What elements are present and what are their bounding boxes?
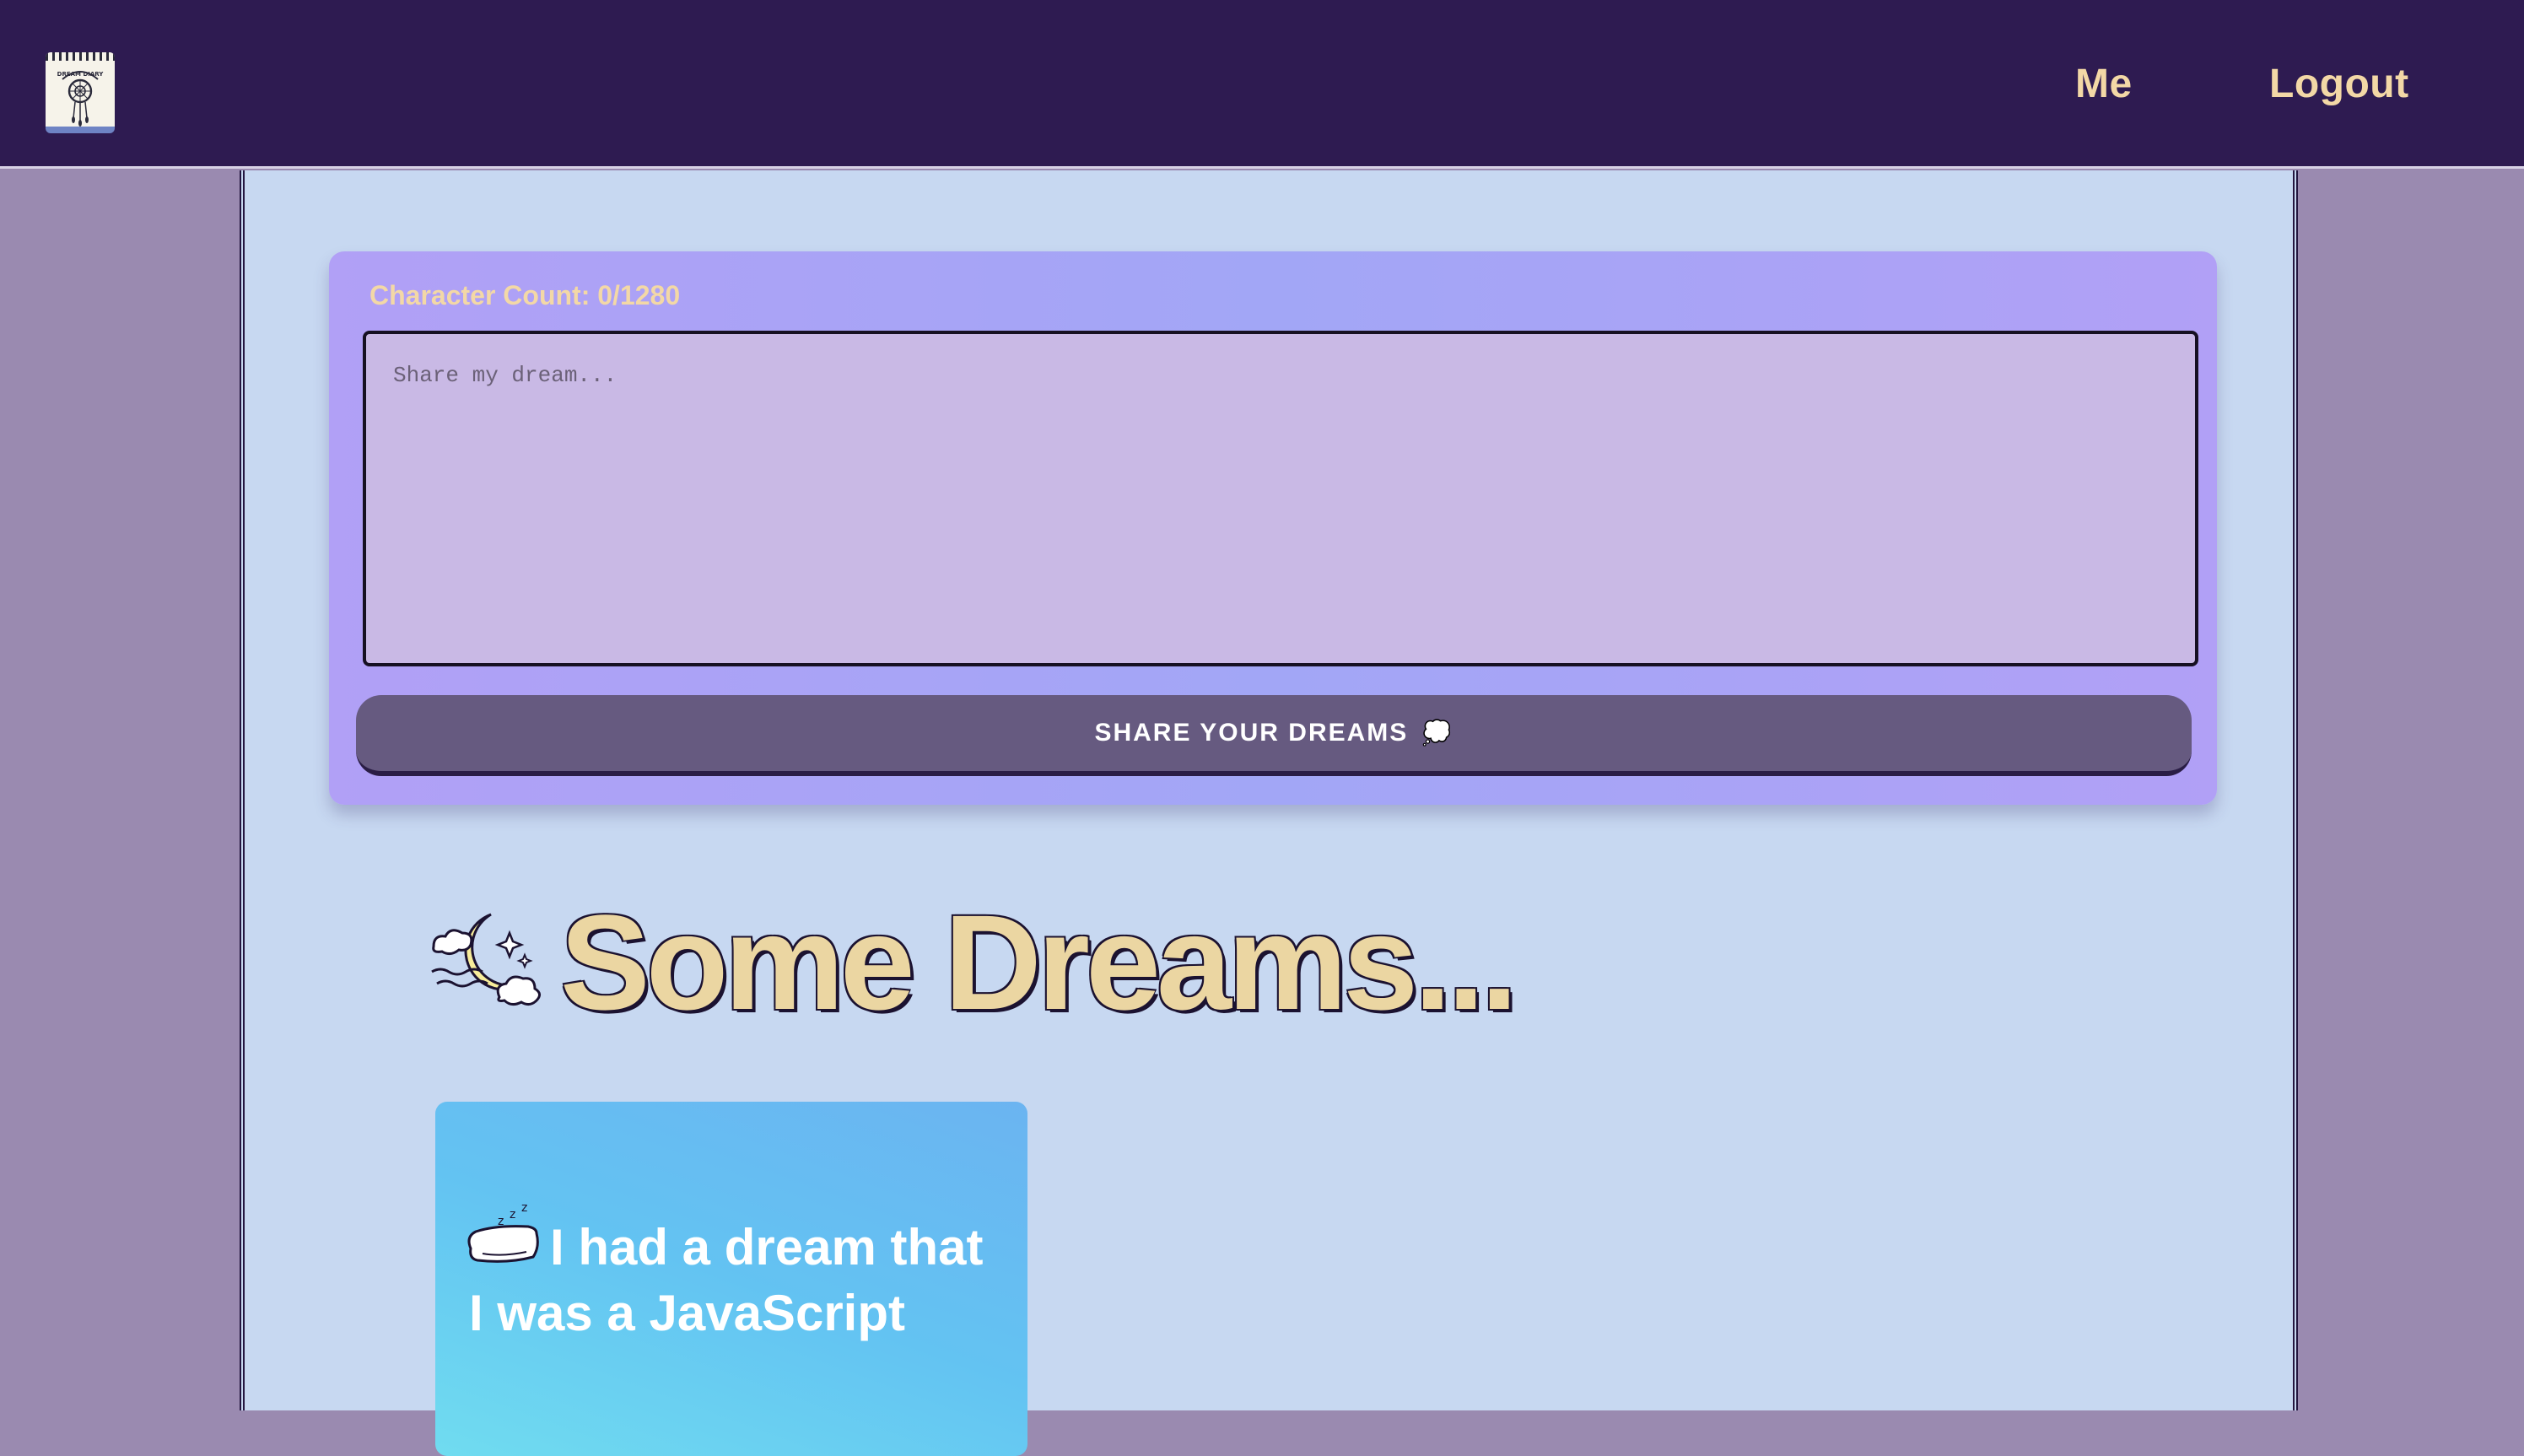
logo-text: DREAM DIARY [57,71,105,78]
dreams-title: Some Dreams... [560,887,1518,1038]
nav-me-link[interactable]: Me [2075,61,2133,107]
dream-card[interactable]: z z z I had a dream that I was a JavaScr… [435,1102,1027,1456]
dream-form: Character Count: 0/1280 SHARE YOUR DREAM… [329,251,2217,805]
dream-catcher-notebook-icon: DREAM DIARY [57,71,105,127]
dream-card-text: I had a dream that I was a JavaScript [469,1219,984,1341]
nav-logout-link[interactable]: Logout [2269,61,2409,107]
share-dreams-button[interactable]: SHARE YOUR DREAMS 💭 [356,695,2192,776]
dreams-heading: Some Dreams... [429,891,1778,1034]
dream-diary-logo[interactable]: DREAM DIARY [46,52,115,133]
character-count: Character Count: 0/1280 [369,280,681,310]
thought-bubble-icon: 💭 [1421,720,1453,746]
top-navbar: DREAM DIARY Me Logout [0,0,2524,169]
svg-text:z: z [521,1203,527,1215]
crescent-moon-clouds-icon [431,913,541,1006]
main-panel: Character Count: 0/1280 SHARE YOUR DREAM… [240,170,2298,1456]
share-button-label: SHARE YOUR DREAMS [1094,719,1409,747]
dream-textarea[interactable] [363,331,2198,666]
